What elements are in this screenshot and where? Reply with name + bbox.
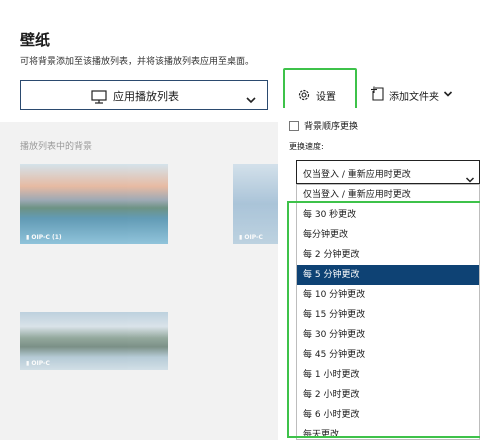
speed-label: 更换速度: xyxy=(289,142,324,151)
thumbnail-caption: ▮ OIP-C (1) xyxy=(26,234,62,241)
playlist-thumbnail[interactable]: ▮ OIP-C xyxy=(233,164,278,244)
add-folder-icon xyxy=(371,86,385,105)
dropdown-option[interactable]: 每 2 分钟更改 xyxy=(297,245,479,265)
dropdown-option[interactable]: 每 2 小时更改 xyxy=(297,385,479,405)
playlist-thumbnail[interactable]: ▮ OIP-C xyxy=(20,312,168,370)
playlist-thumbnail[interactable]: ▮ OIP-C (1) xyxy=(20,164,168,244)
dropdown-option[interactable]: 每 45 分钟更改 xyxy=(297,345,479,365)
playlist-section-label: 播放列表中的背景 xyxy=(20,142,93,152)
speed-select-value: 仅当登入 / 重新应用时更改 xyxy=(303,170,411,180)
shuffle-label: 背景顺序更换 xyxy=(304,122,359,132)
speed-dropdown-list: 仅当登入 / 重新应用时更改 每 30 秒更改 每分钟更改 每 2 分钟更改 每… xyxy=(296,184,480,440)
apply-playlist-button[interactable]: 应用播放列表 xyxy=(20,80,268,110)
shuffle-option[interactable]: 背景顺序更换 xyxy=(289,119,358,132)
settings-label: 设置 xyxy=(316,92,336,103)
thumbnail-caption: ▮ OIP-C xyxy=(239,234,263,241)
apply-playlist-label: 应用播放列表 xyxy=(113,90,179,103)
chevron-down-icon xyxy=(245,90,257,109)
dropdown-option[interactable]: 每 1 小时更改 xyxy=(297,365,479,385)
dropdown-option[interactable]: 仅当登入 / 重新应用时更改 xyxy=(297,185,479,205)
chevron-down-icon xyxy=(443,90,453,101)
speed-select[interactable]: 仅当登入 / 重新应用时更改 xyxy=(296,160,480,184)
page-subtitle: 可将背景添加至该播放列表，并将该播放列表应用至桌面。 xyxy=(20,57,255,67)
monitor-icon xyxy=(91,89,107,108)
dropdown-option[interactable]: 每 15 分钟更改 xyxy=(297,305,479,325)
shuffle-checkbox[interactable] xyxy=(289,120,299,131)
dropdown-option[interactable]: 每 30 秒更改 xyxy=(297,205,479,225)
gear-icon xyxy=(297,87,311,106)
page-title: 壁纸 xyxy=(20,31,51,49)
thumbnail-caption: ▮ OIP-C xyxy=(26,360,50,367)
dropdown-option[interactable]: 每 30 分钟更改 xyxy=(297,325,479,345)
dropdown-option-selected[interactable]: 每 5 分钟更改 xyxy=(297,265,479,285)
add-folder-button[interactable]: 添加文件夹 xyxy=(371,86,453,105)
dropdown-option[interactable]: 每 6 小时更改 xyxy=(297,405,479,425)
dropdown-option[interactable]: 每天更改 xyxy=(297,425,479,439)
dropdown-option[interactable]: 每 10 分钟更改 xyxy=(297,285,479,305)
dropdown-option[interactable]: 每分钟更改 xyxy=(297,225,479,245)
add-folder-label: 添加文件夹 xyxy=(389,92,439,103)
